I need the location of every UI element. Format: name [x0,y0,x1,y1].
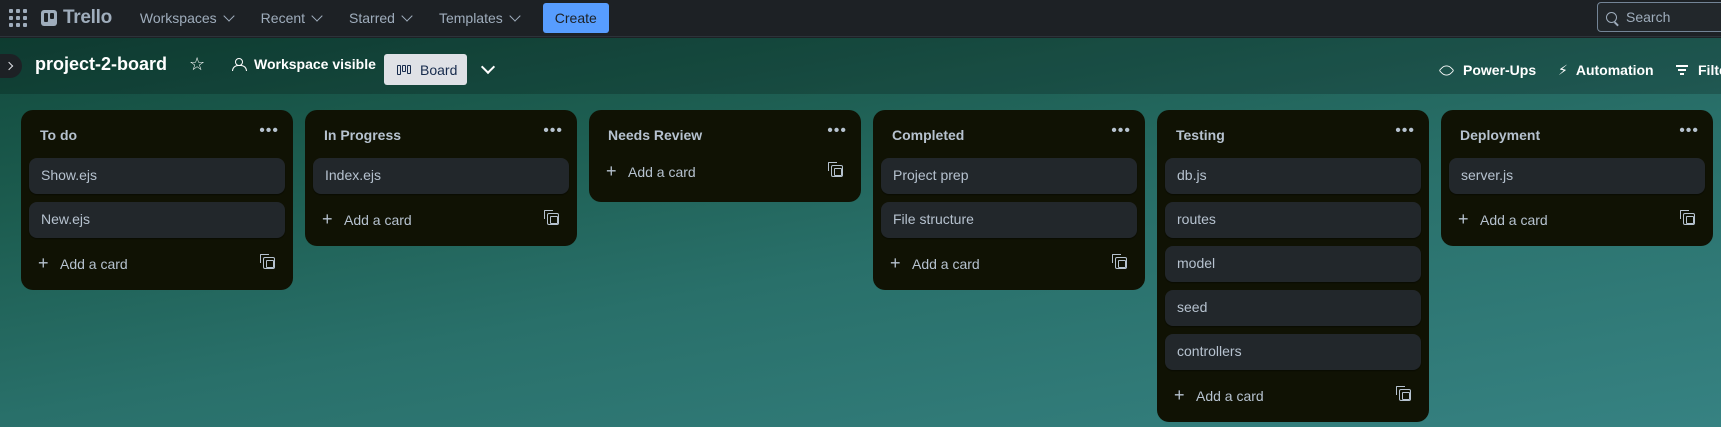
search-placeholder: Search [1626,9,1671,25]
list-testing: Testing ••• db.js routes model seed cont… [1157,110,1429,422]
list-to-do: To do ••• Show.ejs New.ejs + Add a card [21,110,293,290]
add-card-button[interactable]: + Add a card [1165,378,1421,414]
more-icon[interactable]: ••• [827,122,847,140]
search-icon [1606,11,1617,23]
trello-logo-icon [41,10,57,26]
star-icon[interactable]: ☆ [189,53,205,75]
add-card-button[interactable]: + Add a card [29,246,285,282]
filter-icon [1676,65,1688,75]
recent-label: Recent [260,10,306,26]
plus-icon: + [1458,209,1469,229]
more-icon[interactable]: ••• [543,122,563,140]
add-card-button[interactable]: + Add a card [313,202,569,238]
powerups-label: Power-Ups [1463,62,1537,78]
add-card-button[interactable]: + Add a card [1449,202,1705,238]
board-view-label: Board [420,61,458,78]
card[interactable]: Show.ejs [29,158,285,194]
workspaces-label: Workspaces [139,10,217,26]
add-card-label: Add a card [60,256,128,272]
starred-label: Starred [349,10,395,26]
board-title[interactable]: project-2-board [35,54,167,75]
lightning-icon: ⚡ [1558,62,1568,78]
list-title[interactable]: In Progress [324,127,401,143]
board-view-button[interactable]: Board [384,54,467,85]
list-in-progress: In Progress ••• Index.ejs + Add a card [305,110,577,246]
chevron-down-icon [401,9,413,22]
card[interactable]: server.js [1449,158,1705,194]
workspaces-menu[interactable]: Workspaces [130,2,243,34]
board-icon [397,64,411,75]
list-header: Completed ••• [873,110,1145,158]
chevron-down-icon [223,9,235,22]
automation-button[interactable]: ⚡ Automation [1558,62,1654,78]
card[interactable]: db.js [1165,158,1421,194]
add-card-label: Add a card [912,256,980,272]
plus-icon: + [606,161,617,181]
card[interactable]: controllers [1165,334,1421,370]
list-completed: Completed ••• Project prep File structur… [873,110,1145,290]
add-card-label: Add a card [1196,388,1264,404]
list-header: Deployment ••• [1441,110,1713,158]
create-from-template-icon[interactable] [260,254,275,269]
create-from-template-icon[interactable] [1396,386,1411,401]
automation-label: Automation [1575,62,1654,78]
list-title[interactable]: To do [40,127,77,143]
list-title[interactable]: Completed [892,127,964,143]
more-icon[interactable]: ••• [1679,122,1699,140]
people-icon [232,58,247,71]
plus-icon: + [890,253,901,273]
add-card-label: Add a card [628,164,696,180]
chevron-down-icon [311,9,323,22]
filter-label: Filte [1698,62,1721,78]
card[interactable]: File structure [881,202,1137,238]
list-needs-review: Needs Review ••• + Add a card [589,110,861,202]
plus-icon: + [38,253,49,273]
add-card-label: Add a card [344,212,412,228]
rocket-icon [1438,62,1455,78]
chevron-right-icon [4,61,14,71]
more-icon[interactable]: ••• [1395,122,1415,140]
list-header: To do ••• [21,110,293,158]
list-header: Needs Review ••• [589,110,861,158]
create-button[interactable]: Create [542,3,609,33]
card[interactable]: Project prep [881,158,1137,194]
sidebar-expand-button[interactable] [0,54,22,78]
templates-menu[interactable]: Templates [429,2,529,34]
list-title[interactable]: Needs Review [608,127,702,143]
visibility-button[interactable]: Workspace visible [232,56,376,72]
card[interactable]: routes [1165,202,1421,238]
starred-menu[interactable]: Starred [339,2,421,34]
more-icon[interactable]: ••• [1111,122,1131,140]
visibility-label: Workspace visible [254,56,376,72]
list-header: Testing ••• [1157,110,1429,158]
add-card-button[interactable]: + Add a card [881,246,1137,282]
apps-grid-icon[interactable] [9,9,27,27]
filter-button[interactable]: Filte [1676,62,1721,78]
add-card-button[interactable]: + Add a card [597,154,853,190]
plus-icon: + [1174,385,1185,405]
list-header: In Progress ••• [305,110,577,158]
create-from-template-icon[interactable] [1680,210,1695,225]
add-card-label: Add a card [1480,212,1548,228]
chevron-down-icon [509,9,521,22]
list-title[interactable]: Deployment [1460,127,1540,143]
create-from-template-icon[interactable] [828,162,843,177]
templates-label: Templates [438,10,503,26]
card[interactable]: Index.ejs [313,158,569,194]
powerups-button[interactable]: Power-Ups [1438,62,1537,78]
card[interactable]: seed [1165,290,1421,326]
list-deployment: Deployment ••• server.js + Add a card [1441,110,1713,246]
plus-icon: + [322,209,333,229]
logo-text: Trello [63,7,112,28]
search-input[interactable]: Search [1597,2,1721,32]
list-title[interactable]: Testing [1176,127,1225,143]
card[interactable]: New.ejs [29,202,285,238]
card[interactable]: model [1165,246,1421,282]
more-icon[interactable]: ••• [259,122,279,140]
trello-logo[interactable]: Trello [41,7,112,29]
create-from-template-icon[interactable] [544,210,559,225]
top-nav: Trello Workspaces Recent Starred Templat… [0,0,1721,37]
recent-menu[interactable]: Recent [251,2,331,34]
create-from-template-icon[interactable] [1112,254,1127,269]
